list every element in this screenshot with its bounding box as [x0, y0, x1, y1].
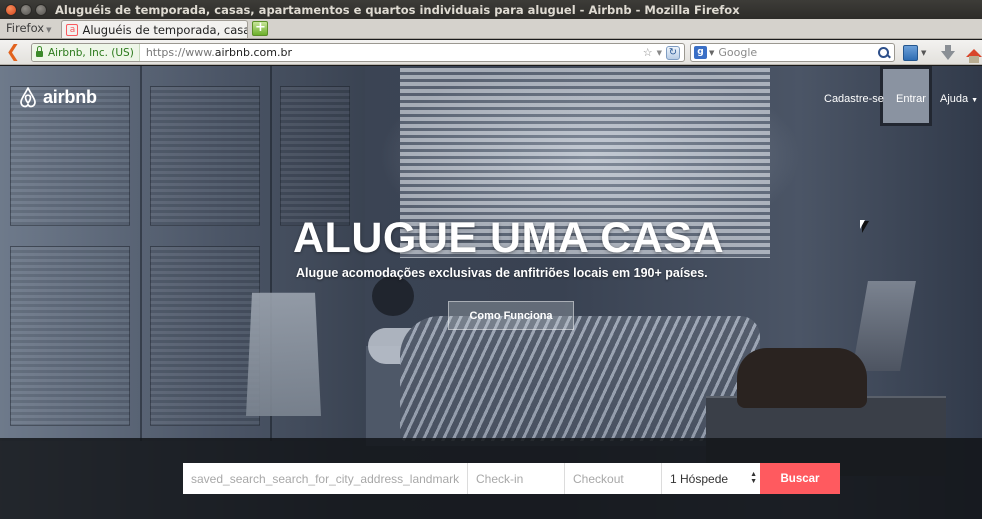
downloads-button[interactable]	[941, 44, 957, 61]
home-button[interactable]	[966, 44, 982, 63]
lock-icon	[36, 46, 43, 57]
checkout-date-input[interactable]: Checkout	[565, 463, 662, 494]
bookmark-star-icon[interactable]: ☆	[643, 46, 653, 59]
hero-title: ALUGUE UMA CASA	[293, 214, 725, 262]
home-icon	[966, 48, 982, 63]
help-label: Ajuda	[940, 93, 969, 105]
airbnb-favicon-icon: a	[66, 23, 79, 36]
new-tab-button[interactable]: +	[252, 21, 269, 36]
select-arrows-icon: ▲ ▼	[750, 471, 757, 485]
url-bar[interactable]: Airbnb, Inc. (US) https://www.airbnb.com…	[31, 43, 685, 62]
airbnb-page: airbnb Cadastre-se Entrar Ajuda ▼ ALUGUE …	[0, 66, 982, 519]
help-menu[interactable]: Ajuda ▼	[940, 93, 978, 105]
how-it-works-button[interactable]: Como Funciona	[448, 301, 574, 330]
mouse-cursor-icon	[860, 220, 869, 233]
chevron-down-icon: ▼	[921, 48, 927, 57]
url-text[interactable]: https://www.airbnb.com.br	[140, 46, 643, 59]
guests-select[interactable]: 1 Hóspede ▲ ▼	[662, 463, 760, 494]
airbnb-logo[interactable]: airbnb	[18, 86, 97, 108]
sleeping-person-image	[372, 276, 414, 316]
window-maximize-button[interactable]	[35, 3, 47, 16]
search-icon[interactable]	[877, 46, 891, 60]
checkin-date-input[interactable]: Check-in	[468, 463, 565, 494]
bookmarks-button[interactable]: ▼	[903, 44, 926, 61]
google-search-engine-icon[interactable]: g	[694, 46, 707, 59]
login-link[interactable]: Entrar	[896, 93, 926, 105]
search-submit-button[interactable]: Buscar	[760, 463, 840, 494]
window-controls	[5, 3, 47, 16]
window-minimize-button[interactable]	[20, 3, 32, 16]
window-titlebar: Aluguéis de temporada, casas, apartament…	[0, 0, 982, 19]
airbnb-logo-text: airbnb	[43, 86, 97, 107]
signup-link[interactable]: Cadastre-se	[824, 93, 884, 105]
lamp-image	[852, 281, 916, 371]
tab-title: Aluguéis de temporada, casas,...	[82, 22, 249, 37]
firefox-menu-label: Firefox	[6, 21, 45, 35]
bookmarks-icon	[903, 44, 918, 61]
site-identity-label: Airbnb, Inc. (US)	[48, 46, 134, 59]
navigation-toolbar: ❮ Airbnb, Inc. (US) https://www.airbnb.c…	[0, 40, 982, 65]
chevron-down-icon: ▼	[971, 97, 979, 104]
window-title: Aluguéis de temporada, casas, apartament…	[55, 2, 740, 17]
handbag-image	[737, 348, 867, 408]
chevron-down-icon: ▼	[46, 26, 52, 34]
url-host: airbnb.com.br	[214, 46, 292, 59]
site-identity-button[interactable]: Airbnb, Inc. (US)	[32, 44, 140, 61]
airbnb-belo-icon	[20, 87, 36, 108]
search-input[interactable]: Google	[718, 46, 877, 59]
chevron-down-icon: ▼	[709, 48, 715, 57]
reload-button[interactable]: ↻	[666, 45, 680, 60]
history-dropdown-icon[interactable]: ▼	[657, 49, 662, 57]
search-bar[interactable]: g ▼ Google	[690, 43, 895, 62]
tab-strip: Firefox▼ a Aluguéis de temporada, casas,…	[0, 19, 982, 39]
hero-subtitle: Alugue acomodações exclusivas de anfitri…	[296, 266, 708, 280]
tote-bag-image	[246, 292, 321, 416]
back-button[interactable]: ❮	[0, 40, 26, 65]
guests-selected-value: 1 Hóspede	[670, 471, 729, 486]
location-search-input[interactable]: saved_search_search_for_city_address_lan…	[183, 463, 468, 494]
url-scheme: https://www.	[145, 46, 215, 59]
window-close-button[interactable]	[5, 3, 17, 16]
download-arrow-icon	[941, 44, 955, 60]
tab-airbnb[interactable]: a Aluguéis de temporada, casas,...	[61, 20, 249, 38]
firefox-menu-button[interactable]: Firefox ▼	[0, 18, 57, 38]
